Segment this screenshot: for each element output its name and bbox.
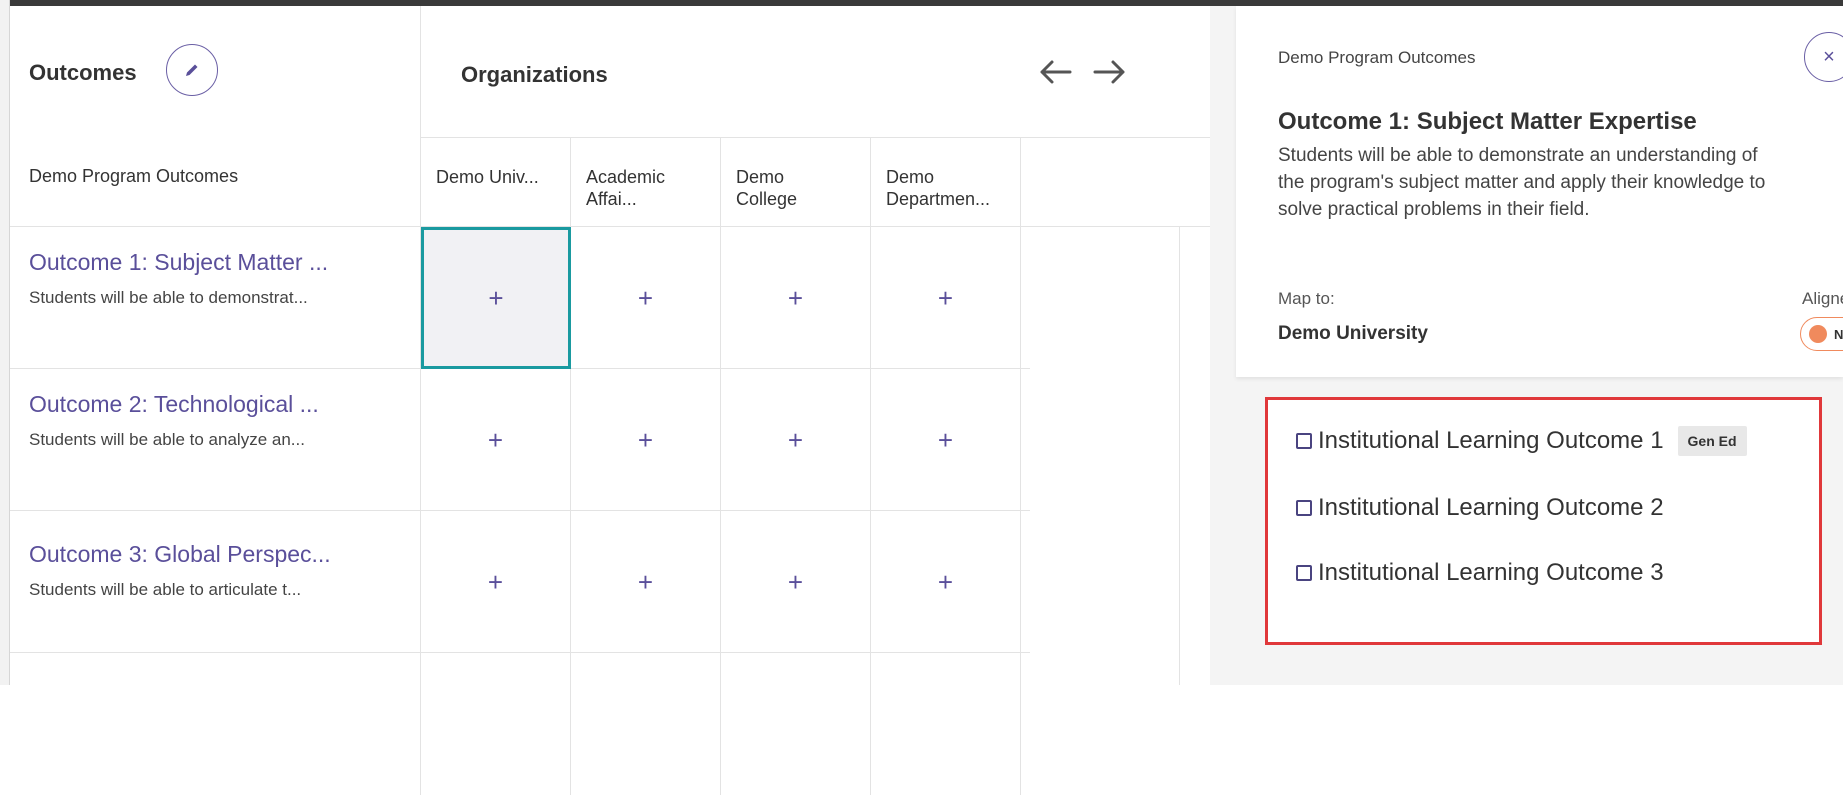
column-header-line: Academic: [586, 167, 666, 187]
outcome-label[interactable]: Outcome 1: Subject Matter ... Students w…: [10, 227, 421, 369]
ilo-label: Institutional Learning Outcome 2: [1318, 494, 1664, 521]
panel-outcome-description: Students will be able to demonstrate an …: [1278, 145, 1766, 220]
column-header-academic-affairs[interactable]: Academic Affai...: [571, 138, 721, 227]
program-outcomes-header: Demo Program Outcomes: [29, 166, 239, 186]
outcome-description: Students will be able to demonstrat...: [29, 288, 308, 307]
detail-panel: Demo Program Outcomes × Outcome 1: Subje…: [1210, 6, 1843, 685]
close-icon: ×: [1823, 45, 1835, 68]
outcome-row: [10, 653, 1030, 795]
map-cell-add-button[interactable]: +: [721, 511, 871, 653]
map-cell-add-button[interactable]: +: [871, 511, 1021, 653]
pencil-icon: [186, 64, 198, 76]
aligned-toggle[interactable]: NO: [1800, 317, 1843, 351]
map-cell-add-button[interactable]: +: [571, 511, 721, 653]
outcome-title: Outcome 3: Global Perspec...: [29, 541, 331, 567]
ilo-item[interactable]: Institutional Learning Outcome 2: [1296, 494, 1664, 522]
map-cell-add-button[interactable]: +: [571, 369, 721, 511]
outcome-label[interactable]: Outcome 2: Technological ... Students wi…: [10, 369, 421, 511]
column-header-line: Departmen...: [886, 189, 991, 209]
gen-ed-badge: Gen Ed: [1677, 426, 1747, 456]
ilo-item[interactable]: Institutional Learning Outcome 1 Gen Ed: [1296, 426, 1747, 456]
map-cell-add-button[interactable]: +: [421, 227, 571, 369]
outcome-row: Outcome 3: Global Perspec... Students wi…: [10, 511, 1030, 653]
map-cell-add-button[interactable]: +: [871, 369, 1021, 511]
column-header-line: Demo Univ...: [436, 167, 539, 187]
aligned-label: Aligned:: [1802, 289, 1843, 308]
ilo-label: Institutional Learning Outcome 3: [1318, 559, 1664, 586]
map-cell-add-button[interactable]: +: [721, 369, 871, 511]
outcomes-matrix: Outcomes Demo Program Outcomes Organizat…: [10, 6, 1210, 795]
checkbox[interactable]: [1296, 433, 1312, 449]
outcome-title: Outcome 2: Technological ...: [29, 391, 319, 417]
outcome-label[interactable]: [10, 653, 421, 795]
panel-outcome-title: Outcome 1: Subject Matter Expertise: [1278, 108, 1697, 135]
ilo-item[interactable]: Institutional Learning Outcome 3: [1296, 559, 1664, 587]
toggle-knob: [1809, 325, 1827, 343]
map-to-label: Map to:: [1278, 289, 1335, 308]
column-header-demo-college[interactable]: Demo College: [721, 138, 871, 227]
prev-organizations-button[interactable]: [1035, 54, 1075, 90]
outcome-description: Students will be able to articulate t...: [29, 580, 302, 599]
arrow-left-icon: [1040, 60, 1072, 84]
outcome-row: Outcome 2: Technological ... Students wi…: [10, 369, 1030, 511]
column-header-line: College: [736, 189, 798, 209]
outcomes-header: Outcomes Demo Program Outcomes: [10, 6, 421, 227]
checkbox[interactable]: [1296, 565, 1312, 581]
column-header-line: Demo: [736, 167, 785, 187]
column-header-line: Affai...: [586, 189, 637, 209]
arrow-right-icon: [1093, 60, 1125, 84]
map-cell-add-button[interactable]: +: [571, 227, 721, 369]
column-header-demo-university[interactable]: Demo Univ...: [421, 138, 571, 227]
outcome-row: Outcome 1: Subject Matter ... Students w…: [10, 227, 1030, 369]
map-cell-add-button[interactable]: +: [421, 369, 571, 511]
map-cell-add-button[interactable]: +: [721, 227, 871, 369]
outcomes-title: Outcomes: [29, 60, 137, 85]
map-cell[interactable]: [871, 653, 1021, 795]
left-edge: [0, 0, 10, 685]
panel-program-name: Demo Program Outcomes: [1278, 48, 1476, 67]
close-button[interactable]: ×: [1804, 32, 1843, 82]
map-to-value: Demo University: [1278, 323, 1428, 344]
institutional-outcomes-list: Institutional Learning Outcome 1 Gen Ed …: [1265, 397, 1822, 645]
column-header-line: Demo: [886, 167, 935, 187]
ilo-label: Institutional Learning Outcome 1: [1318, 427, 1664, 454]
map-cell[interactable]: [421, 653, 571, 795]
outcome-description: Students will be able to analyze an...: [29, 430, 305, 449]
outcome-label[interactable]: Outcome 3: Global Perspec... Students wi…: [10, 511, 421, 653]
map-cell[interactable]: [721, 653, 871, 795]
outcome-title: Outcome 1: Subject Matter ...: [29, 249, 329, 275]
toggle-value: NO: [1834, 326, 1843, 342]
map-cell-add-button[interactable]: +: [421, 511, 571, 653]
map-cell[interactable]: [571, 653, 721, 795]
next-organizations-button[interactable]: [1090, 54, 1130, 90]
map-cell-add-button[interactable]: +: [871, 227, 1021, 369]
edit-outcomes-button[interactable]: [166, 44, 218, 96]
checkbox[interactable]: [1296, 500, 1312, 516]
outcome-detail-card: Demo Program Outcomes × Outcome 1: Subje…: [1236, 6, 1843, 377]
column-header-demo-department[interactable]: Demo Departmen...: [871, 138, 1021, 227]
empty-column: [1020, 227, 1180, 685]
organizations-title: Organizations: [461, 62, 608, 87]
